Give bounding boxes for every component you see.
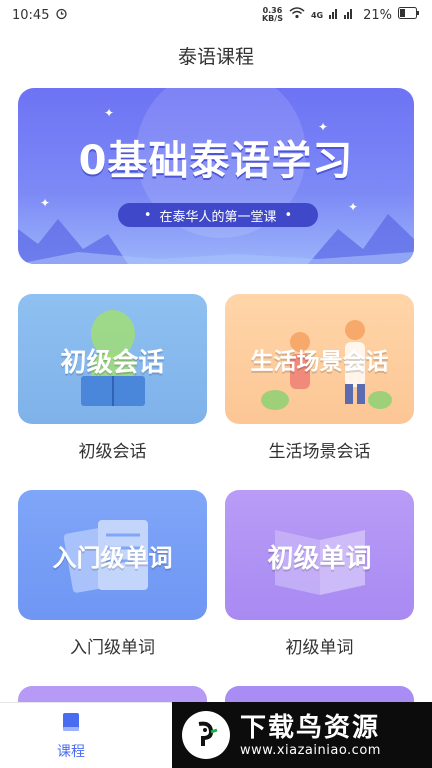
tab-courses[interactable]: 课程 (46, 711, 96, 761)
sparkle-icon: ✦ (104, 106, 115, 120)
course-caption[interactable]: 初级会话 (18, 437, 207, 462)
watermark-overlay: 下载鸟资源 www.xiazainiao.com (172, 702, 432, 768)
page-title: 泰语课程 (177, 46, 254, 68)
course-caption[interactable]: 入门级单词 (18, 633, 207, 658)
course-card-text: 初级会话 (60, 348, 165, 378)
status-bar: 10:45 0.36 KB/S 4G 21% (0, 0, 432, 30)
network-speed: 0.36 KB/S (261, 6, 283, 23)
signal-icon (329, 7, 357, 23)
alarm-icon (55, 7, 68, 24)
course-card-entry-vocabulary[interactable]: 入门级单词 (18, 490, 207, 620)
tab-label: 课程 (57, 744, 85, 760)
course-caption[interactable]: 生活场景会话 (225, 437, 414, 462)
watermark-url: www.xiazainiao.com (240, 742, 381, 758)
course-card-daily-life-conversation[interactable]: 生活场景会话 (225, 294, 414, 424)
battery-icon (398, 7, 420, 23)
network-type-label: 4G (310, 10, 324, 20)
battery-percent: 21% (363, 7, 392, 23)
course-caption[interactable]: 初级单词 (225, 633, 414, 658)
course-card-text: 入门级单词 (52, 544, 173, 572)
watermark-title: 下载鸟资源 (240, 712, 381, 743)
clock: 10:45 (12, 7, 50, 23)
book-icon (63, 713, 79, 731)
bird-logo-icon (182, 711, 230, 759)
course-card-beginner-vocabulary[interactable]: 初级单词 (225, 490, 414, 620)
banner-title: 0基础泰语学习 (78, 138, 354, 184)
hero-banner[interactable]: ✦ ✦ ✦ ✦ 0基础泰语学习 • 在泰华人的第一堂课 • (18, 88, 414, 264)
course-card-text: 生活场景会话 (250, 349, 389, 375)
course-card-text: 初级单词 (267, 544, 372, 574)
mountains-decoration (18, 214, 414, 264)
wifi-icon (289, 7, 305, 23)
course-card-beginner-conversation[interactable]: 初级会话 (18, 294, 207, 424)
